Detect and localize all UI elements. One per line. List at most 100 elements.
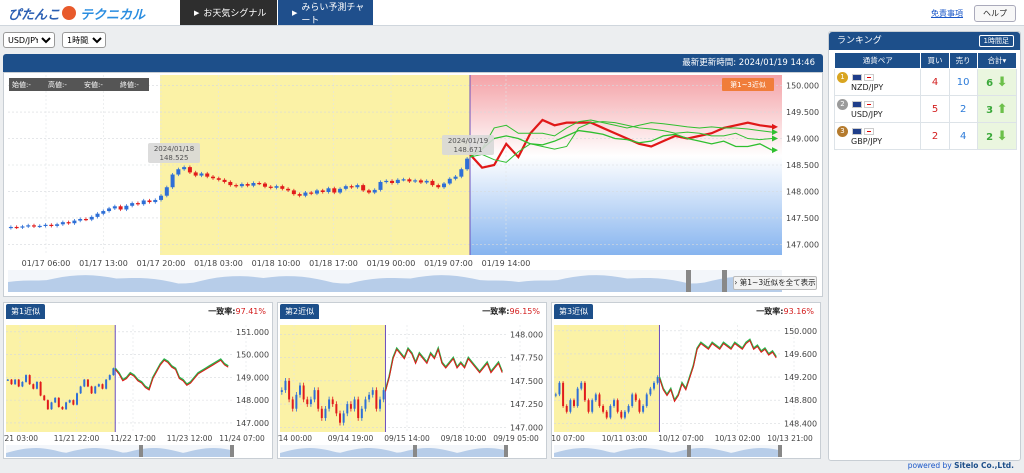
candle	[72, 220, 77, 224]
sort-down-icon: ▾	[1002, 56, 1007, 65]
projected-line	[384, 345, 503, 391]
main-chart[interactable]: 150.000 149.500 149.000 148.500 148.000 147.5…	[4, 73, 822, 296]
x-tick-label: 09/15 14:00	[384, 434, 430, 443]
app-logo[interactable]: ぴたんこ テクニカル	[8, 3, 158, 23]
candle	[299, 385, 302, 395]
candle	[107, 208, 112, 212]
candle	[343, 186, 348, 189]
navigator-handle-right[interactable]	[230, 445, 234, 457]
ranking-row[interactable]: 3 GBP/JPY 2 4 2 ⬇	[833, 122, 1018, 150]
candle	[14, 226, 19, 229]
candle	[453, 176, 458, 179]
candle	[54, 397, 57, 403]
sub-chart-plot[interactable]: 150.000 149.600 149.200 148.800 148.400 10 07…	[552, 319, 820, 459]
x-tick-label: 01/19 14:00	[482, 259, 531, 268]
candle	[61, 406, 64, 410]
x-tick-label: 11/24 07:00	[219, 434, 265, 443]
candle	[360, 408, 363, 419]
candle	[108, 375, 111, 380]
candle	[135, 203, 140, 205]
ranking-timeframe-button[interactable]: 1時間足	[978, 35, 1014, 47]
ranking-panel: ランキング 1時間足 通貨ペア 買い 売り 合計▾ 1 NZD/JPY 4 10 …	[828, 31, 1021, 461]
candle	[6, 379, 9, 381]
candle	[303, 192, 308, 196]
candle	[68, 400, 71, 403]
help-button[interactable]: ヘルプ	[974, 5, 1016, 22]
candle	[28, 375, 31, 385]
candle	[25, 375, 28, 382]
y-tick-label: 149.500	[786, 108, 819, 117]
col-buy[interactable]: 買い	[920, 52, 950, 69]
x-tick-label: 10/11 03:00	[602, 434, 648, 443]
ranking-title: ランキング	[837, 36, 882, 46]
nav-future-chart[interactable]: ▶ みらい予測チャート	[278, 0, 373, 26]
navigator-handle-left[interactable]	[413, 445, 417, 457]
col-pair[interactable]: 通貨ペア	[833, 52, 922, 69]
navigator-handle-left[interactable]	[687, 445, 691, 457]
disclaimer-link[interactable]: 免責事項	[931, 8, 963, 19]
candle	[251, 183, 256, 186]
candle	[280, 390, 283, 392]
main-chart-panel: 150.000 149.500 149.000 148.500 148.000 147.5…	[3, 72, 823, 297]
candle	[141, 200, 146, 205]
pair-select[interactable]: USD/JPYNZD/JPYGBP/JPY	[3, 32, 55, 48]
candle	[55, 224, 60, 226]
sub-chart-tab[interactable]: 第1近似	[6, 304, 46, 319]
candle	[368, 394, 371, 400]
x-tick-label: 01/17 06:00	[22, 259, 71, 268]
candle	[602, 405, 605, 412]
total-cell: 3 ⬆	[976, 95, 1018, 123]
rank-medal-icon: 1	[837, 72, 848, 83]
candle	[565, 405, 568, 412]
footer: powered by Sitelo Co.,Ltd.	[908, 461, 1014, 470]
x-tick-label: 01/17 20:00	[137, 259, 186, 268]
navigator-handle-right[interactable]	[722, 270, 727, 292]
candle	[594, 394, 597, 401]
candle	[262, 183, 267, 187]
sub-chart-plot[interactable]: 151.000 150.000 149.000 148.000 147.000/21 0…	[4, 319, 272, 459]
candle	[407, 179, 412, 182]
x-tick-label: /14 00:00	[278, 434, 312, 443]
japan-flag-icon	[863, 101, 874, 108]
ranking-row[interactable]: 1 NZD/JPY 4 10 6 ⬇	[833, 68, 1018, 96]
navigator-handle-right[interactable]	[778, 445, 782, 457]
candle	[245, 184, 250, 186]
play-icon: ▶	[194, 8, 200, 17]
candle	[569, 400, 572, 412]
ranking-pair-cell[interactable]: 2 USD/JPY	[833, 95, 922, 123]
nav-weather-signal[interactable]: ▶ お天気シグナル	[180, 0, 277, 25]
ranking-header: ランキング 1時間足	[829, 32, 1020, 50]
ohlc-value: 始値:-	[12, 80, 31, 89]
candle	[118, 206, 123, 210]
sub-chart-1: 第1近似 一致率:97.41% 151.000 150.000 149.000 148…	[3, 302, 273, 459]
col-sell[interactable]: 売り	[948, 52, 978, 69]
ranking-row[interactable]: 2 USD/JPY 5 2 3 ⬆	[833, 95, 1018, 123]
candle	[78, 219, 83, 221]
historical-highlight	[6, 325, 116, 432]
ranking-pair-cell[interactable]: 1 NZD/JPY	[833, 68, 922, 96]
ranking-pair-cell[interactable]: 3 GBP/JPY	[833, 122, 922, 150]
sub-chart-tab[interactable]: 第2近似	[280, 304, 320, 319]
total-cell: 2 ⬇	[976, 122, 1018, 150]
candle	[14, 379, 17, 385]
match-rate: 一致率:96.15%	[482, 306, 540, 317]
show-all-button[interactable]: › 第1~3近似を全て表示	[733, 276, 817, 290]
japan-flag-icon	[863, 128, 874, 135]
navigator-handle-right[interactable]	[504, 445, 508, 457]
sub-chart-plot[interactable]: 148.000 147.750 147.500 147.250 147.000/14 0…	[278, 319, 546, 459]
sub-chart-tab[interactable]: 第3近似	[554, 304, 594, 319]
candle	[436, 185, 441, 188]
navigator-handle-left[interactable]	[686, 270, 691, 292]
x-tick-label: 01/17 13:00	[79, 259, 128, 268]
projected-line-red	[658, 339, 777, 403]
col-total[interactable]: 合計▾	[976, 52, 1018, 69]
timeframe-select[interactable]: 1時間足	[62, 32, 106, 48]
candle	[26, 225, 31, 227]
arrow-down-icon: ⬇	[996, 128, 1008, 144]
y-tick-label: 151.000	[236, 328, 269, 337]
candle	[335, 404, 338, 414]
navigator-handle-left[interactable]	[139, 445, 143, 457]
candle	[627, 405, 630, 412]
y-tick-label: 148.500	[786, 161, 819, 170]
company-logo: Sitelo Co.,Ltd.	[954, 461, 1014, 470]
